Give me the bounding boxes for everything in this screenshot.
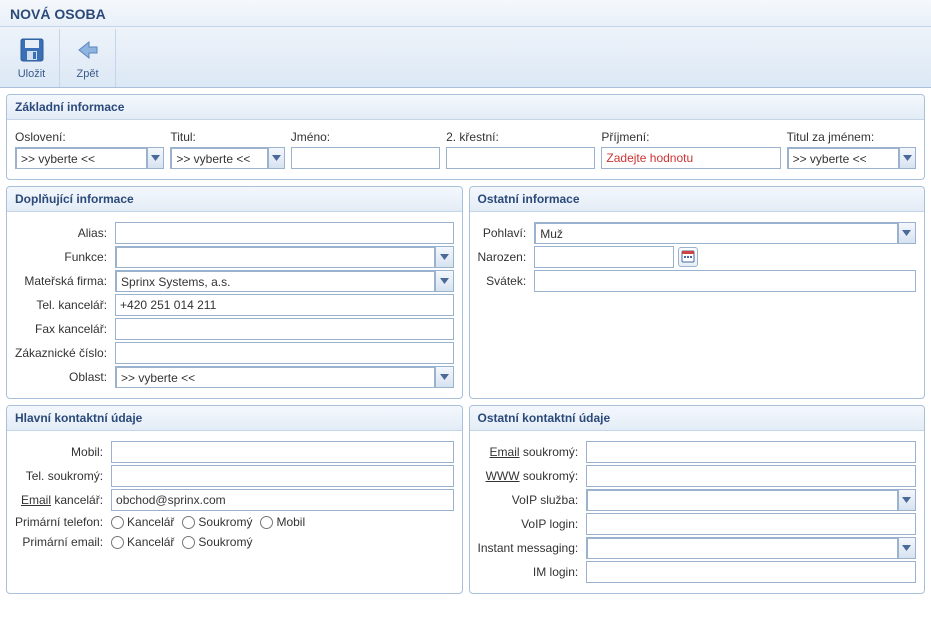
fax-office-label: Fax kancelář: (15, 318, 115, 340)
save-button[interactable]: Uložit (4, 29, 60, 87)
mobile-label: Mobil: (15, 441, 111, 463)
function-select[interactable] (115, 246, 453, 268)
tel-private-input[interactable] (111, 465, 453, 487)
first-name-label: Jméno: (291, 130, 440, 144)
area-select[interactable] (115, 366, 453, 388)
area-value[interactable] (116, 367, 435, 388)
www-private-label: WWW soukromý: (478, 465, 587, 487)
panel-other-contact-header: Ostatní kontaktní údaje (470, 406, 925, 431)
title-label: Titul: (170, 130, 284, 144)
middle-name-label: 2. křestní: (446, 130, 595, 144)
dropdown-icon[interactable] (898, 538, 915, 558)
customer-no-input[interactable] (115, 342, 453, 364)
im-value[interactable] (587, 538, 898, 559)
dropdown-icon[interactable] (147, 148, 163, 168)
suffix-value[interactable] (788, 148, 900, 169)
back-label: Zpět (76, 68, 98, 80)
panel-basic-header: Základní informace (7, 95, 924, 120)
company-label: Mateřská firma: (15, 270, 115, 292)
alias-input[interactable] (115, 222, 453, 244)
primary-email-label: Primární email: (15, 533, 111, 551)
dropdown-icon[interactable] (435, 271, 452, 291)
im-select[interactable] (586, 537, 916, 559)
im-label: Instant messaging: (478, 537, 587, 559)
title-select[interactable] (170, 147, 284, 169)
suffix-select[interactable] (787, 147, 916, 169)
dropdown-icon[interactable] (435, 367, 452, 387)
nameday-input[interactable] (534, 270, 916, 292)
salutation-label: Oslovení: (15, 130, 164, 144)
gender-label: Pohlaví: (478, 222, 535, 244)
panel-basic: Základní informace Oslovení: Titul: Jmén… (6, 94, 925, 180)
title-value[interactable] (171, 148, 268, 169)
calendar-button[interactable] (678, 247, 698, 267)
function-label: Funkce: (15, 246, 115, 268)
radio-phone-private[interactable]: Soukromý (182, 515, 252, 529)
mobile-input[interactable] (111, 441, 453, 463)
tel-private-label: Tel. soukromý: (15, 465, 111, 487)
email-office-label: Email kancelář: (15, 489, 111, 511)
voip-service-label: VoIP služba: (478, 489, 587, 511)
company-value[interactable] (116, 271, 435, 292)
gender-value[interactable] (535, 223, 898, 244)
company-select[interactable] (115, 270, 453, 292)
born-input[interactable] (534, 246, 674, 268)
radio-phone-office[interactable]: Kancelář (111, 515, 174, 529)
page-title: NOVÁ OSOBA (0, 0, 931, 27)
email-private-input[interactable] (586, 441, 916, 463)
primary-phone-radios: Kancelář Soukromý Mobil (111, 513, 453, 531)
tel-office-label: Tel. kancelář: (15, 294, 115, 316)
alias-label: Alias: (15, 222, 115, 244)
tel-office-input[interactable] (115, 294, 453, 316)
fax-office-input[interactable] (115, 318, 453, 340)
function-value[interactable] (116, 247, 435, 268)
voip-login-label: VoIP login: (478, 513, 587, 535)
gender-select[interactable] (534, 222, 916, 244)
calendar-icon (681, 249, 695, 266)
panel-main-contact-header: Hlavní kontaktní údaje (7, 406, 462, 431)
email-private-label: Email soukromý: (478, 441, 587, 463)
email-office-input[interactable] (111, 489, 453, 511)
panel-main-contact: Hlavní kontaktní údaje Mobil: Tel. soukr… (6, 405, 463, 594)
save-label: Uložit (18, 68, 46, 80)
dropdown-icon[interactable] (435, 247, 452, 267)
last-name-input[interactable] (601, 147, 780, 169)
panel-additional: Doplňující informace Alias: Funkce: (6, 186, 463, 399)
area-label: Oblast: (15, 366, 115, 388)
save-icon (18, 36, 46, 64)
salutation-select[interactable] (15, 147, 164, 169)
im-login-label: IM login: (478, 561, 587, 583)
born-label: Narozen: (478, 246, 535, 268)
salutation-value[interactable] (16, 148, 147, 169)
panel-additional-header: Doplňující informace (7, 187, 462, 212)
dropdown-icon[interactable] (268, 148, 283, 168)
dropdown-icon[interactable] (899, 148, 915, 168)
first-name-input[interactable] (291, 147, 440, 169)
toolbar: Uložit Zpět (0, 27, 931, 88)
dropdown-icon[interactable] (898, 223, 915, 243)
back-arrow-icon (74, 36, 102, 64)
radio-email-office[interactable]: Kancelář (111, 535, 174, 549)
last-name-label: Příjmení: (601, 130, 780, 144)
customer-no-label: Zákaznické číslo: (15, 342, 115, 364)
primary-email-radios: Kancelář Soukromý (111, 533, 453, 551)
www-private-input[interactable] (586, 465, 916, 487)
voip-login-input[interactable] (586, 513, 916, 535)
back-button[interactable]: Zpět (60, 29, 116, 87)
dropdown-icon[interactable] (898, 490, 915, 510)
panel-other-info: Ostatní informace Pohlaví: Narozen: (469, 186, 926, 399)
suffix-label: Titul za jménem: (787, 130, 916, 144)
radio-email-private[interactable]: Soukromý (182, 535, 252, 549)
panel-other-contact: Ostatní kontaktní údaje Email soukromý: … (469, 405, 926, 594)
radio-phone-mobile[interactable]: Mobil (260, 515, 305, 529)
panel-other-info-header: Ostatní informace (470, 187, 925, 212)
nameday-label: Svátek: (478, 270, 535, 292)
voip-service-select[interactable] (586, 489, 916, 511)
im-login-input[interactable] (586, 561, 916, 583)
middle-name-input[interactable] (446, 147, 595, 169)
voip-service-value[interactable] (587, 490, 898, 511)
primary-phone-label: Primární telefon: (15, 513, 111, 531)
